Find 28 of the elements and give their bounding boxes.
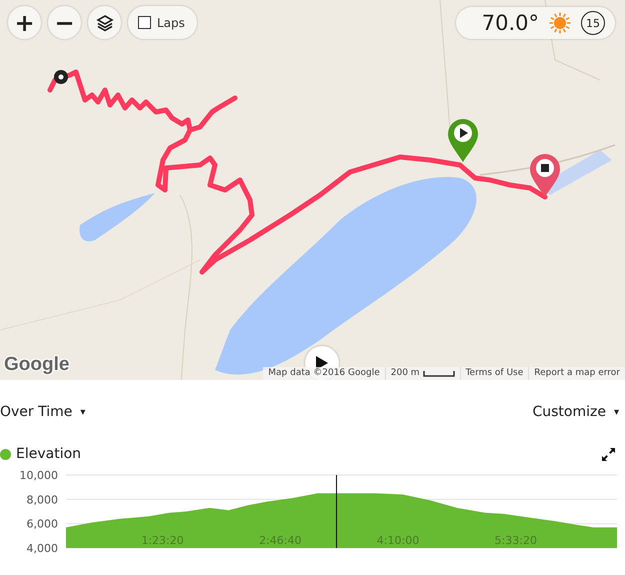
map-attribution: Map data ©2016 Google [267,367,381,380]
y-axis-label: 4,000 [26,542,58,555]
customize-dropdown[interactable]: Customize ▾ [532,404,619,420]
y-axis-label: 8,000 [26,493,58,506]
view-dropdown[interactable]: Over Time ▾ [0,404,86,420]
play-icon [316,356,328,370]
start-point-icon [54,70,68,84]
map-link[interactable]: Terms of Use [460,367,528,380]
y-axis-label: 6,000 [26,518,58,531]
laps-checkbox[interactable] [138,16,151,29]
wind-speed: 15 [581,11,605,35]
x-axis-label: 5:33:20 [494,534,537,547]
map-scale: 200 m [384,367,460,380]
laps-toggle[interactable]: Laps [128,6,197,39]
x-axis-label: 4:10:00 [376,534,420,547]
end-pin-icon[interactable] [530,154,560,197]
map-logo: Google [4,354,70,376]
temperature: 70.0° [482,11,539,35]
y-axis-label: 10,000 [20,469,58,482]
expand-icon[interactable] [602,448,615,460]
legend-label: Elevation [16,446,82,462]
x-axis-label: 1:23:20 [141,534,184,547]
layers-icon [96,14,114,32]
map-link[interactable]: Report a map error [528,367,625,380]
sun-icon [549,12,571,34]
scale-bar-icon [422,370,455,376]
x-axis-label: 2:46:40 [259,534,302,547]
start-pin-icon[interactable] [448,119,478,162]
